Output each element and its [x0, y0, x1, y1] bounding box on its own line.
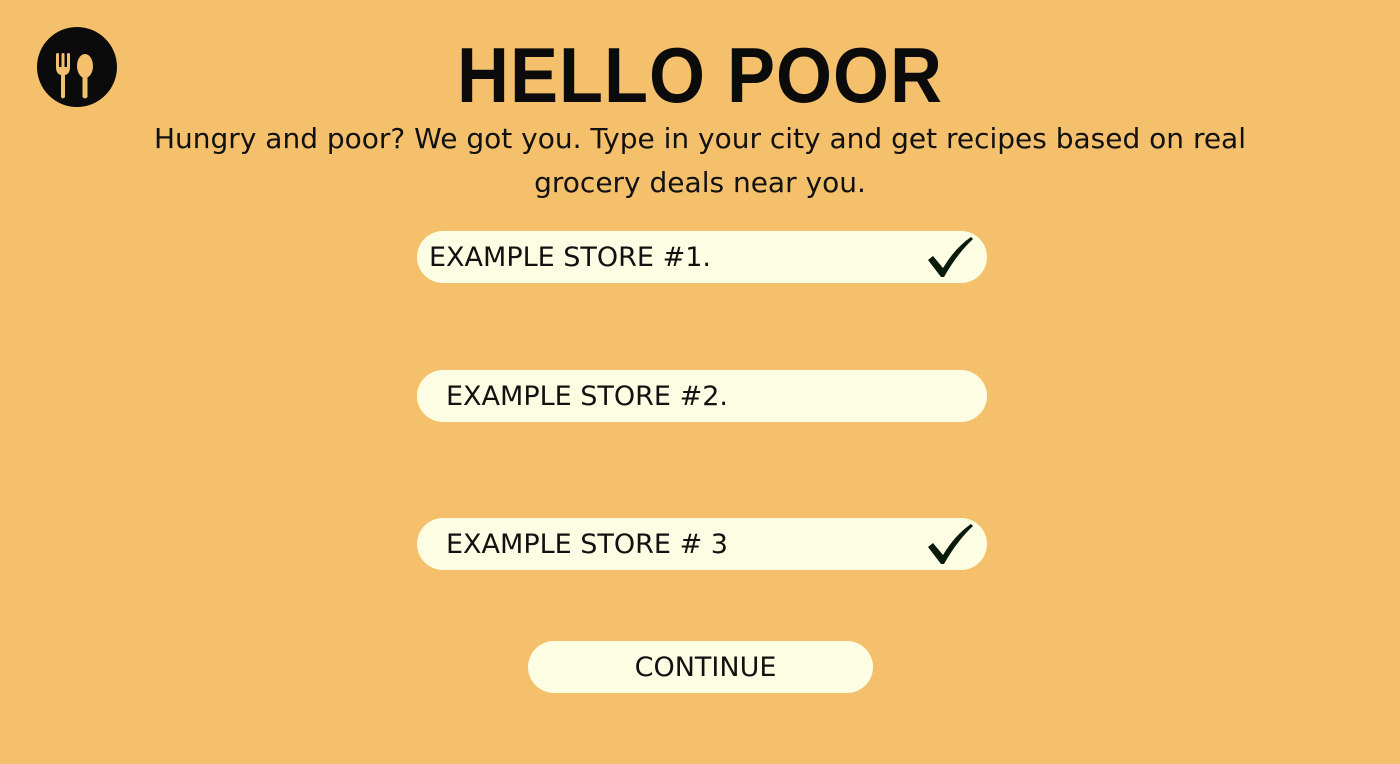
page-subtitle: Hungry and poor? We got you. Type in you… — [153, 122, 1246, 199]
store-option-2[interactable]: EXAMPLE STORE #2. — [417, 370, 987, 422]
checkmark-icon — [925, 521, 975, 567]
page-title: HELLO POOR — [456, 32, 943, 120]
store-option-label: EXAMPLE STORE # 3 — [446, 528, 728, 560]
store-option-label: EXAMPLE STORE #1. — [429, 241, 711, 273]
continue-button[interactable]: CONTINUE — [528, 641, 873, 693]
store-option-1[interactable]: EXAMPLE STORE #1. — [417, 231, 987, 283]
store-option-3[interactable]: EXAMPLE STORE # 3 — [417, 518, 987, 570]
store-option-label: EXAMPLE STORE #2. — [446, 380, 728, 412]
checkmark-icon — [925, 234, 975, 280]
